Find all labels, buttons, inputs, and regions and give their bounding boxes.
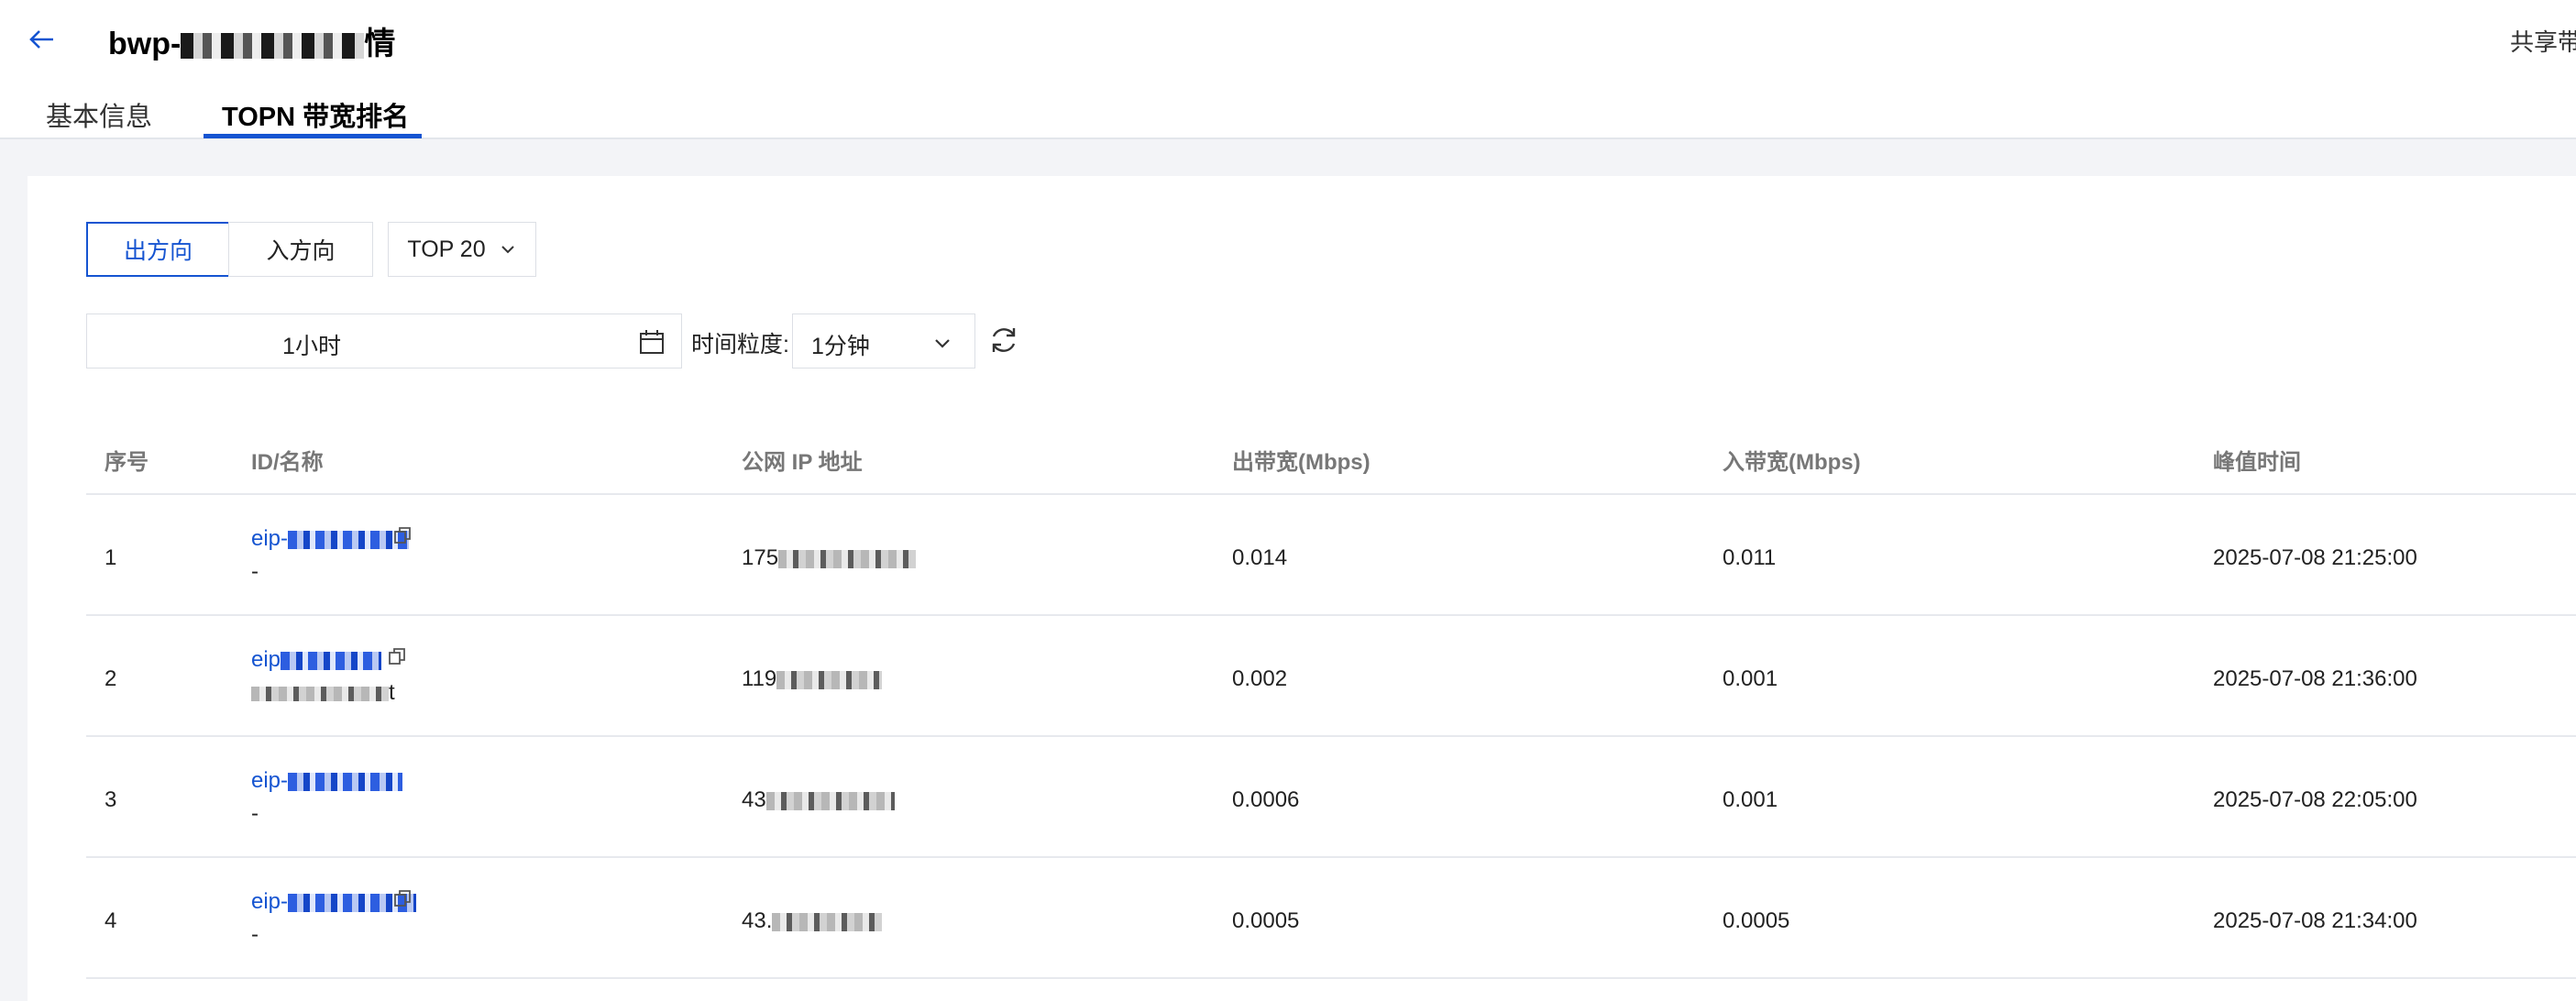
calendar-icon (640, 330, 664, 354)
tab-basic-info[interactable]: 基本信息 (46, 95, 152, 134)
column-header-index: 序号 (105, 450, 149, 475)
eip-id-link[interactable]: eip- (251, 526, 410, 552)
in-bandwidth: 0.0005 (1723, 908, 1790, 933)
page-title-prefix: bwp- (108, 27, 182, 61)
column-header-peak-time: 峰值时间 (2213, 450, 2301, 475)
time-range-picker[interactable]: 1小时 (86, 314, 682, 368)
refresh-icon[interactable] (986, 323, 1021, 358)
granularity-label: 时间粒度: (691, 332, 789, 358)
peak-time: 2025-07-08 21:25:00 (2213, 545, 2417, 570)
redacted-ip (765, 791, 895, 810)
eip-name: - (251, 559, 259, 584)
peak-time: 2025-07-08 22:05:00 (2213, 787, 2417, 812)
in-bandwidth: 0.011 (1723, 545, 1777, 570)
row-divider (86, 614, 2576, 616)
page-title-suffix: 情 (364, 27, 396, 61)
chevron-down-icon (501, 246, 514, 254)
eip-id-link[interactable]: eip- (251, 768, 403, 794)
time-range-value: 1小时 (282, 334, 341, 359)
redacted-ip (772, 912, 883, 931)
redacted-title (181, 33, 365, 60)
row-index: 1 (105, 545, 117, 570)
public-ip: 175 (742, 545, 917, 571)
content-card: 出方向 入方向 TOP 20 1小时 时间粒度: 1分钟 序号 ID/名称 公网… (28, 176, 2576, 1001)
tab-topn-bandwidth[interactable]: TOPN 带宽排名 (222, 95, 409, 134)
direction-in-button[interactable]: 入方向 (228, 222, 373, 277)
redacted-id (288, 530, 410, 549)
public-ip: 119 (742, 666, 883, 692)
active-tab-indicator (204, 134, 422, 138)
column-header-id-name: ID/名称 (251, 450, 324, 475)
out-bandwidth: 0.0006 (1232, 787, 1300, 812)
column-header-in-bandwidth: 入带宽(Mbps) (1723, 450, 1861, 475)
copy-icon[interactable] (392, 888, 413, 908)
redacted-ip (776, 670, 883, 689)
peak-time: 2025-07-08 21:36:00 (2213, 666, 2417, 691)
top-right-label: 共享带 (2510, 28, 2576, 56)
eip-name: - (251, 922, 259, 947)
eip-name: - (251, 801, 259, 826)
out-bandwidth: 0.0005 (1232, 908, 1300, 933)
eip-name: t (251, 680, 395, 706)
redacted-id (281, 651, 382, 670)
peak-time: 2025-07-08 21:34:00 (2213, 908, 2417, 933)
page-header: bwp- 情 共享带 基本信息 TOPN 带宽排名 (0, 0, 2576, 139)
chevron-down-icon (935, 339, 950, 348)
back-arrow-icon[interactable] (26, 24, 57, 55)
public-ip: 43 (742, 787, 895, 813)
page-title: bwp- 情 (108, 18, 395, 63)
out-bandwidth: 0.002 (1232, 666, 1288, 691)
column-header-out-bandwidth: 出带宽(Mbps) (1232, 450, 1371, 475)
row-divider (86, 856, 2576, 858)
column-header-public-ip: 公网 IP 地址 (742, 450, 863, 475)
redacted-id (288, 772, 403, 791)
in-bandwidth: 0.001 (1723, 787, 1778, 812)
copy-icon[interactable] (387, 646, 407, 666)
granularity-value: 1分钟 (811, 334, 870, 359)
eip-id-link[interactable]: eip (251, 647, 382, 673)
redacted-ip (778, 549, 917, 568)
row-index: 4 (105, 908, 117, 933)
public-ip: 43. (742, 908, 883, 934)
granularity-select[interactable]: 1分钟 (792, 314, 975, 368)
header-divider (86, 493, 2576, 495)
in-bandwidth: 0.001 (1723, 666, 1778, 691)
row-index: 3 (105, 787, 117, 812)
top-n-select[interactable]: TOP 20 (388, 222, 536, 277)
row-divider (86, 735, 2576, 737)
out-bandwidth: 0.014 (1232, 545, 1288, 570)
copy-icon[interactable] (392, 525, 413, 545)
top-n-value: TOP 20 (407, 236, 486, 262)
row-divider (86, 977, 2576, 979)
direction-out-button[interactable]: 出方向 (86, 222, 230, 277)
row-index: 2 (105, 666, 117, 691)
redacted-name (251, 686, 389, 701)
